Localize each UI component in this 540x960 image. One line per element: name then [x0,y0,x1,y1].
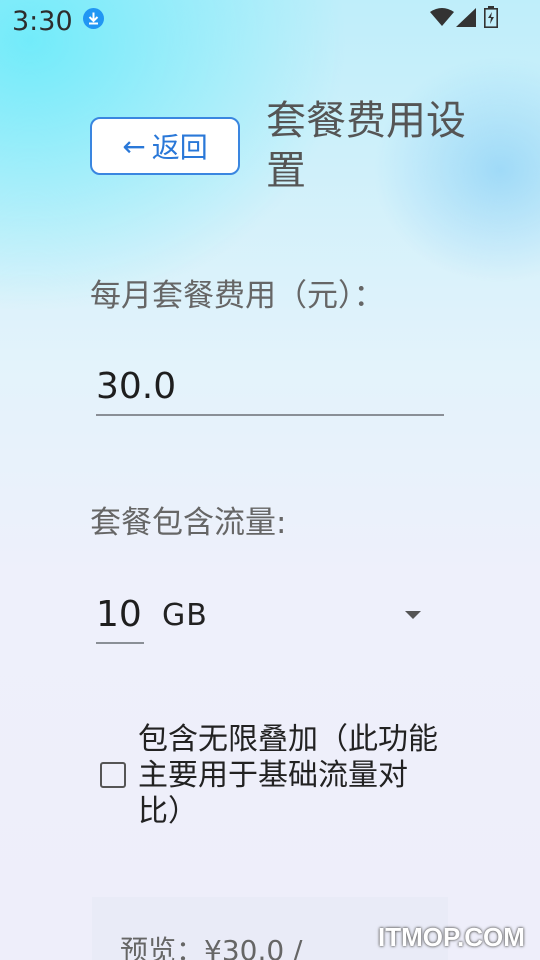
unlimited-overlay-label: 包含无限叠加（此功能主要用于基础流量对比） [138,722,438,829]
monthly-fee-label: 每月套餐费用（元）： [90,278,385,314]
monthly-fee-input[interactable]: 30.0 [96,360,444,416]
status-bar: 3:30 [0,0,540,44]
back-button-label: 返回 [151,131,208,164]
signal-icon [456,8,476,27]
preview-text: 预览：¥30.0 / [120,934,303,960]
unlimited-overlay-checkbox[interactable] [100,762,126,788]
page-title: 套餐费用设置 [266,98,466,194]
wifi-icon [430,8,454,26]
watermark-logo: ITMOP.COM [378,922,525,952]
included-traffic-input[interactable]: 10 [96,588,144,644]
chevron-down-icon [405,611,421,619]
traffic-unit-value: GB [162,598,208,633]
included-traffic-label: 套餐包含流量: [90,505,287,541]
battery-icon [484,6,498,28]
unlimited-overlay-option[interactable]: 包含无限叠加（此功能主要用于基础流量对比） [100,722,440,842]
status-time: 3:30 [12,6,73,37]
download-icon [83,8,104,29]
traffic-unit-select[interactable]: GB [160,588,430,644]
back-arrow-icon: ← [122,129,146,163]
back-button[interactable]: ← 返回 [90,117,240,175]
